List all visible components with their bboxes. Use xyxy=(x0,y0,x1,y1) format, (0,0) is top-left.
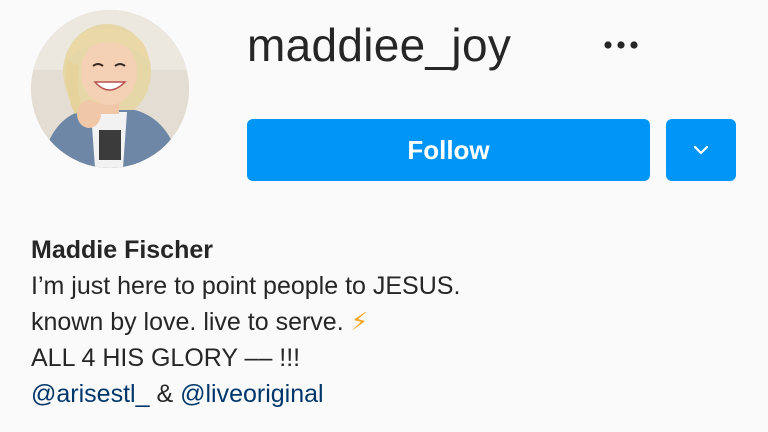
mention-link-arisestl[interactable]: @arisestl_ xyxy=(31,380,149,408)
chevron-down-icon xyxy=(693,145,709,155)
profile-avatar[interactable] xyxy=(31,10,189,168)
bio-line-text: known by love. live to serve. xyxy=(31,308,344,336)
ellipsis-icon xyxy=(604,41,638,49)
lightning-emoji-icon: ⚡ xyxy=(350,308,369,336)
bio-line: ALL 4 HIS GLORY –– !!! xyxy=(31,344,301,372)
mention-link-liveoriginal[interactable]: @liveoriginal xyxy=(180,380,324,408)
mention-separator: & xyxy=(156,380,174,408)
bio-line: I’m just here to point people to JESUS. xyxy=(31,272,461,300)
follow-button[interactable]: Follow xyxy=(247,119,650,181)
suggested-accounts-dropdown-button[interactable] xyxy=(666,119,736,181)
profile-bio: Maddie Fischer I’m just here to point pe… xyxy=(31,232,751,412)
more-options-button[interactable] xyxy=(598,30,644,60)
bio-line: known by love. live to serve. ⚡ xyxy=(31,304,751,340)
bio-mentions: @arisestl_ & @liveoriginal xyxy=(31,376,751,412)
display-name: Maddie Fischer xyxy=(31,236,213,264)
profile-username: maddiee_joy xyxy=(247,19,512,71)
